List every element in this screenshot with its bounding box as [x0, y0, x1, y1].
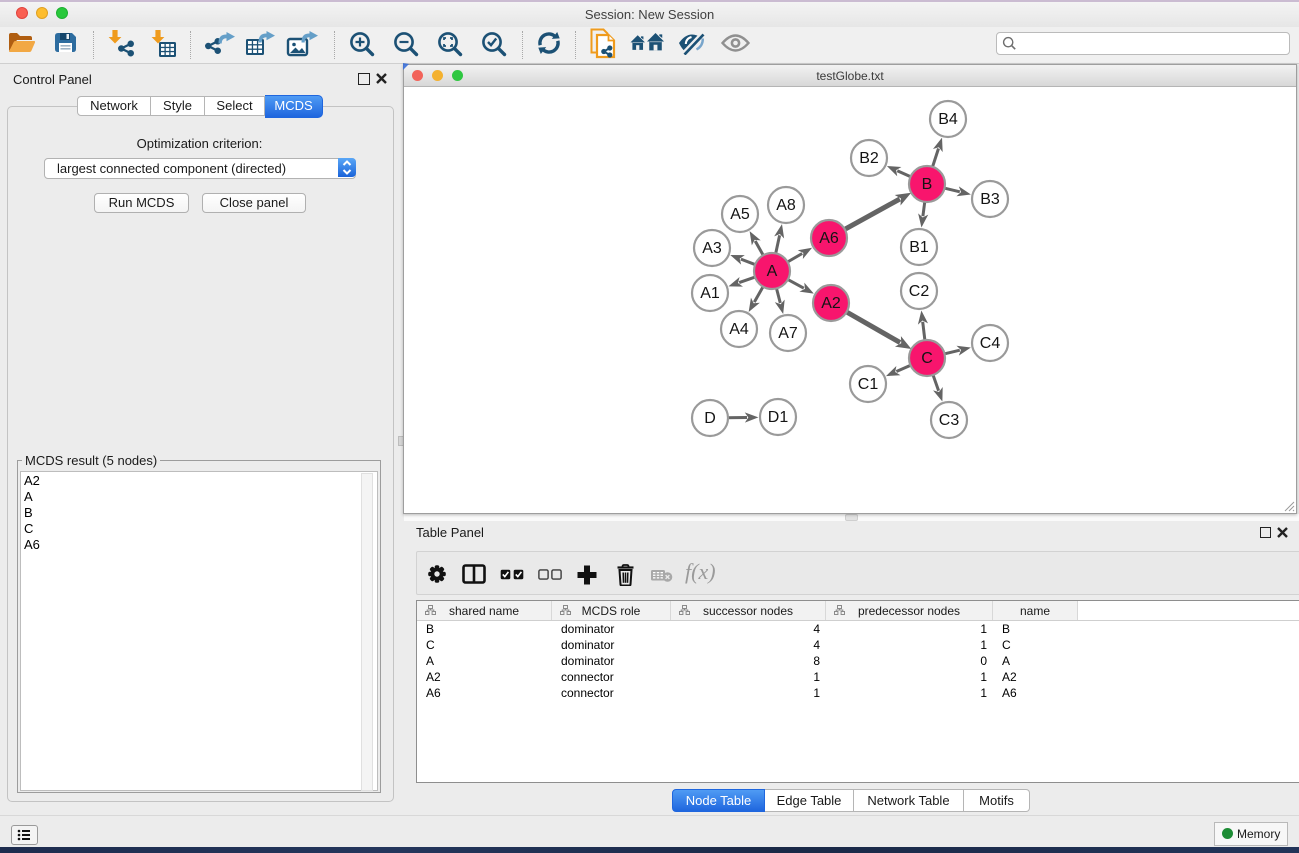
svg-text:B1: B1: [909, 239, 929, 256]
svg-text:C4: C4: [980, 335, 1001, 352]
svg-text:A7: A7: [778, 325, 798, 342]
svg-text:C3: C3: [939, 412, 960, 429]
svg-text:A6: A6: [819, 230, 839, 247]
svg-text:A8: A8: [776, 197, 796, 214]
svg-text:D: D: [704, 410, 716, 427]
svg-text:B4: B4: [938, 111, 958, 128]
svg-text:A5: A5: [730, 206, 750, 223]
svg-text:B2: B2: [859, 150, 879, 167]
svg-text:B: B: [922, 176, 933, 193]
svg-text:C2: C2: [909, 283, 930, 300]
svg-text:A: A: [767, 263, 778, 280]
svg-text:A2: A2: [821, 295, 841, 312]
svg-text:A3: A3: [702, 240, 722, 257]
svg-text:A4: A4: [729, 321, 749, 338]
svg-text:A1: A1: [700, 285, 720, 302]
svg-text:D1: D1: [768, 409, 789, 426]
svg-text:C1: C1: [858, 376, 879, 393]
svg-text:C: C: [921, 350, 933, 367]
svg-text:B3: B3: [980, 191, 1000, 208]
